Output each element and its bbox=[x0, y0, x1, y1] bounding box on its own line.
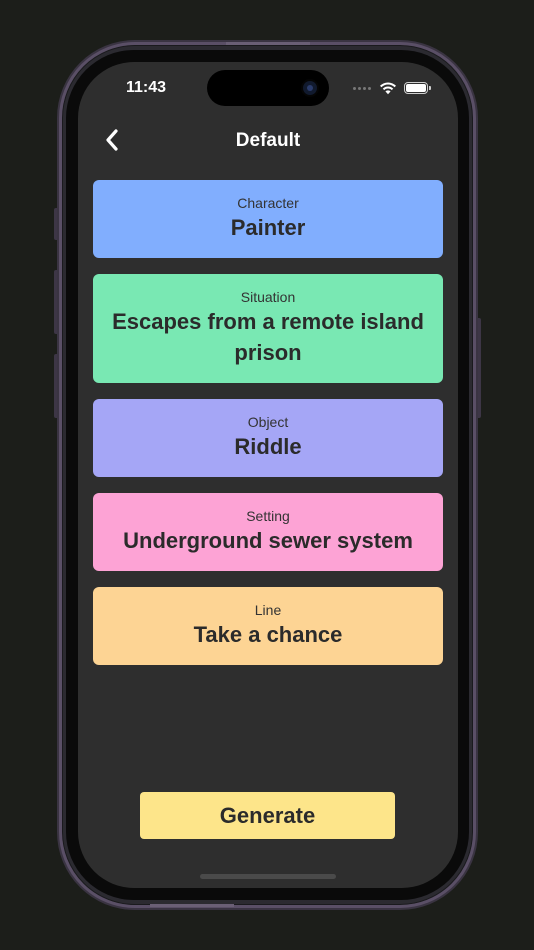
setting-label: Setting bbox=[246, 508, 290, 524]
situation-label: Situation bbox=[240, 289, 296, 305]
battery-icon bbox=[404, 82, 431, 94]
character-card[interactable]: Character Painter bbox=[93, 180, 443, 258]
camera-icon bbox=[303, 81, 317, 95]
dynamic-island bbox=[207, 70, 329, 106]
antenna-line-bottom bbox=[150, 904, 234, 907]
setting-value: Underground sewer system bbox=[123, 528, 413, 553]
line-card[interactable]: Line Take a chance bbox=[93, 587, 443, 665]
object-card[interactable]: Object Riddle bbox=[93, 399, 443, 477]
prompt-card-list: Character Painter Situation Escapes from… bbox=[93, 180, 443, 681]
object-label: Object bbox=[247, 414, 289, 430]
device-stage: 11:43 Default Character Painter Situatio… bbox=[0, 0, 534, 950]
setting-card[interactable]: Setting Underground sewer system bbox=[93, 493, 443, 571]
line-value: Take a chance bbox=[193, 622, 343, 647]
character-value: Painter bbox=[230, 215, 306, 240]
antenna-line-top bbox=[226, 42, 310, 45]
page-title: Default bbox=[235, 130, 301, 151]
character-label: Character bbox=[237, 195, 299, 211]
status-time: 11:43 bbox=[125, 79, 167, 96]
situation-value: Escapes from a remote island prison bbox=[112, 309, 424, 365]
cellular-signal-icon bbox=[353, 86, 371, 90]
object-value: Riddle bbox=[234, 434, 302, 459]
home-indicator[interactable] bbox=[200, 874, 336, 879]
navigation-bar: Default bbox=[78, 122, 458, 158]
wifi-icon bbox=[380, 82, 396, 95]
status-indicators bbox=[353, 81, 431, 95]
situation-card[interactable]: Situation Escapes from a remote island p… bbox=[93, 274, 443, 383]
generate-button[interactable]: Generate bbox=[140, 792, 395, 839]
line-label: Line bbox=[254, 602, 282, 618]
app-screen: 11:43 Default Character Painter Situatio… bbox=[78, 62, 458, 888]
